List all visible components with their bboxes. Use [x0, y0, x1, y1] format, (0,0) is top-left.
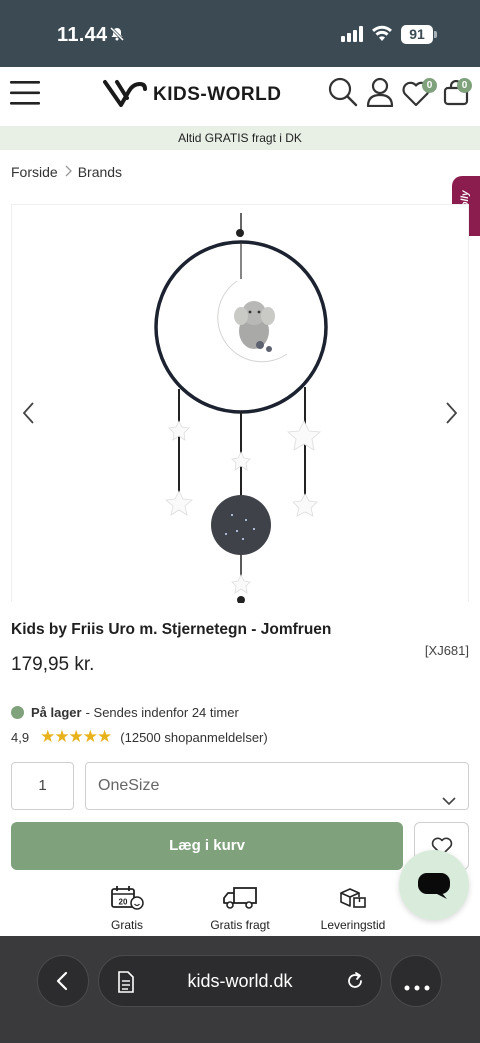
size-select-value: OneSize: [98, 777, 160, 794]
kids-world-logo-icon: [103, 78, 147, 113]
review-count: (12500 shopanmeldelser): [120, 729, 268, 745]
gallery-next-arrow-icon[interactable]: [445, 401, 459, 430]
breadcrumb-home-link[interactable]: Forside: [11, 164, 58, 180]
boxes-icon: [337, 888, 369, 914]
chevron-down-icon: [442, 779, 456, 825]
address-bar[interactable]: kids-world.dk: [98, 955, 382, 1007]
add-to-cart-button[interactable]: Læg i kurv: [11, 822, 403, 870]
wishlist-count-badge: 0: [422, 78, 437, 93]
chat-bubble-icon: [417, 872, 451, 905]
reload-icon[interactable]: [345, 971, 365, 996]
status-time: 11.44: [57, 24, 108, 46]
feature-label: Gratis fragt: [210, 918, 270, 932]
breadcrumb: Forside Brands: [11, 164, 122, 180]
product-price: 179,95 kr.: [11, 654, 95, 675]
cart-count-badge: 0: [457, 78, 472, 93]
stock-status: På lager - Sendes indenfor 24 timer: [11, 705, 239, 720]
shipping-detail: - Sendes indenfor 24 timer: [85, 705, 239, 720]
in-stock-dot-icon: [11, 706, 24, 719]
chat-button[interactable]: [399, 850, 469, 920]
logo-text: KIDS-WORLD: [153, 84, 282, 105]
status-bar: 11.44 91: [0, 0, 480, 67]
search-icon[interactable]: [328, 77, 358, 112]
product-title: Kids by Friis Uro m. Stjernetegn - Jomfr…: [11, 621, 332, 638]
feature-label: Leveringstid: [320, 918, 386, 932]
browser-back-button[interactable]: [37, 955, 89, 1007]
calendar-20-icon: 20: [110, 886, 144, 914]
browser-more-button[interactable]: [390, 955, 442, 1007]
chevron-right-icon: [64, 165, 72, 180]
ellipsis-icon: [404, 978, 430, 996]
wifi-icon: [371, 24, 393, 47]
product-rating[interactable]: 4,9 ★★★★★ (12500 shopanmeldelser): [11, 727, 268, 747]
hamburger-menu-icon[interactable]: [10, 80, 40, 106]
url-text: kids-world.dk: [187, 971, 293, 991]
battery-tip: [434, 31, 437, 38]
rating-value: 4,9: [11, 729, 30, 745]
feature-item-delivery-time: Leveringstid: [312, 885, 394, 932]
product-image-gallery[interactable]: [11, 204, 469, 603]
account-icon[interactable]: [366, 77, 394, 112]
free-shipping-banner: Altid GRATIS fragt i DK: [0, 126, 480, 150]
signal-icon: [341, 26, 365, 47]
site-logo[interactable]: KIDS-WORLD: [103, 79, 281, 111]
breadcrumb-brands-link[interactable]: Brands: [78, 164, 122, 180]
chevron-left-icon: [56, 971, 68, 996]
battery-indicator: 91: [401, 25, 433, 44]
browser-toolbar: kids-world.dk: [0, 936, 480, 1043]
stock-label: På lager: [31, 705, 82, 720]
feature-item-delivery-days: 20 Gratis: [100, 885, 154, 932]
product-image-mobile: [154, 213, 328, 603]
calendar-icon-number: 20: [119, 898, 128, 907]
feature-item-free-shipping: Gratis fragt: [198, 885, 282, 932]
rating-stars-icon: ★★★★★: [40, 727, 112, 746]
bell-muted-icon: [109, 26, 125, 47]
gallery-prev-arrow-icon[interactable]: [21, 401, 35, 430]
truck-icon: [221, 887, 259, 914]
product-sku: [XJ681]: [424, 643, 469, 658]
site-header: KIDS-WORLD 0 0: [0, 67, 480, 123]
size-select[interactable]: OneSize: [85, 762, 469, 810]
feature-label: Gratis: [110, 918, 143, 932]
quantity-input[interactable]: 1: [11, 762, 74, 810]
